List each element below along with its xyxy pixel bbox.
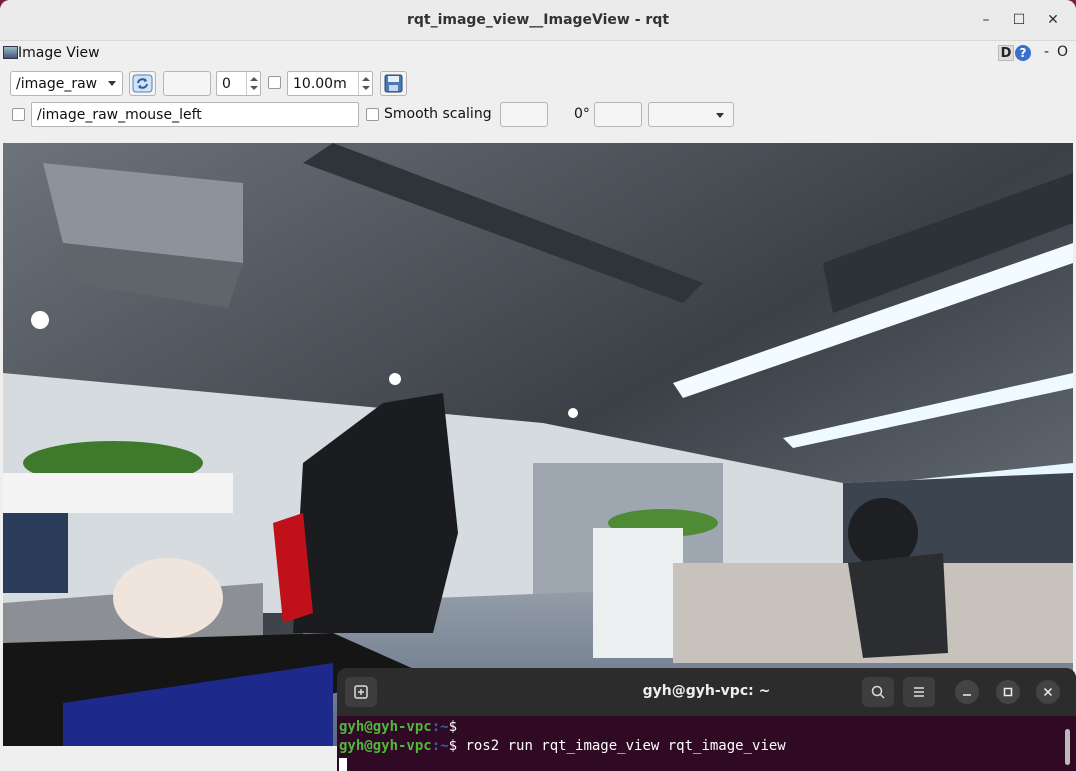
terminal-maximize-button[interactable] — [996, 680, 1020, 704]
terminal-close-button[interactable] — [1036, 680, 1060, 704]
terminal-scrollbar[interactable] — [1065, 729, 1070, 765]
office-photo — [3, 143, 1073, 746]
minimize-icon — [963, 694, 971, 696]
chevron-down-icon — [716, 113, 724, 118]
rotation-label: 0° — [574, 106, 590, 122]
window-title: rqt_image_view__ImageView - rqt — [406, 12, 670, 28]
terminal-minimize-button[interactable] — [955, 680, 979, 704]
duration-value: 10.00m — [293, 76, 347, 92]
text-cursor — [339, 758, 347, 771]
chevron-down-icon — [108, 81, 116, 86]
rotate-left-button[interactable] — [500, 102, 548, 127]
save-image-button[interactable] — [380, 71, 407, 96]
smooth-scaling-checkbox[interactable] — [366, 108, 379, 121]
help-icon[interactable]: ? — [1015, 45, 1031, 61]
save-icon — [384, 74, 403, 93]
terminal-headerbar[interactable]: gyh@gyh-vpc: ~ — [337, 668, 1076, 716]
mouse-topic-value: /image_raw_mouse_left — [37, 107, 202, 123]
refresh-topics-button[interactable] — [129, 71, 156, 96]
minimize-plugin-button[interactable]: - — [1044, 44, 1049, 60]
topic-combobox[interactable]: /image_raw — [10, 71, 123, 96]
mouse-publish-checkbox[interactable] — [12, 108, 25, 121]
rqt-window: rqt_image_view__ImageView - rqt – ☐ ✕ Im… — [0, 0, 1076, 771]
maximize-button[interactable]: ☐ — [1009, 10, 1029, 30]
search-button[interactable] — [862, 677, 894, 707]
close-icon — [1043, 687, 1053, 697]
duration-checkbox[interactable] — [268, 76, 281, 89]
terminal-window[interactable]: gyh@gyh-vpc: ~ gyh@gyh-vpc:~$ gyh@gyh-vp… — [337, 668, 1076, 771]
duration-spin-arrows[interactable] — [358, 72, 372, 95]
spin-box[interactable]: 0 — [216, 71, 261, 96]
spin-arrows[interactable] — [246, 72, 260, 95]
dock-d-button[interactable]: D — [998, 45, 1014, 61]
smooth-scaling-label: Smooth scaling — [384, 106, 492, 122]
color-scheme-combobox[interactable] — [648, 102, 734, 127]
maximize-icon — [1003, 687, 1013, 697]
terminal-cursor-line — [339, 756, 786, 771]
minimize-button[interactable]: – — [976, 10, 996, 30]
plugin-title: Image View — [18, 45, 100, 61]
camera-image[interactable] — [3, 143, 1073, 746]
window-titlebar[interactable]: rqt_image_view__ImageView - rqt – ☐ ✕ — [0, 0, 1076, 41]
image-view-icon — [3, 46, 18, 59]
terminal-line: gyh@gyh-vpc:~$ — [339, 719, 466, 735]
terminal-output[interactable]: gyh@gyh-vpc:~$ gyh@gyh-vpc:~$ ros2 run r… — [339, 718, 786, 771]
mouse-topic-input[interactable]: /image_raw_mouse_left — [31, 102, 359, 127]
close-button[interactable]: ✕ — [1043, 10, 1063, 30]
hamburger-icon — [914, 687, 924, 697]
topic-value: /image_raw — [16, 76, 98, 92]
close-plugin-button[interactable]: O — [1057, 44, 1068, 60]
refresh-icon — [132, 74, 153, 93]
zoom-button[interactable] — [163, 71, 211, 96]
search-icon — [871, 685, 885, 699]
terminal-line: gyh@gyh-vpc:~$ ros2 run rqt_image_view r… — [339, 738, 786, 754]
rotate-right-button[interactable] — [594, 102, 642, 127]
spin-value: 0 — [222, 76, 231, 92]
menu-button[interactable] — [903, 677, 935, 707]
duration-spinbox[interactable]: 10.00m — [287, 71, 373, 96]
